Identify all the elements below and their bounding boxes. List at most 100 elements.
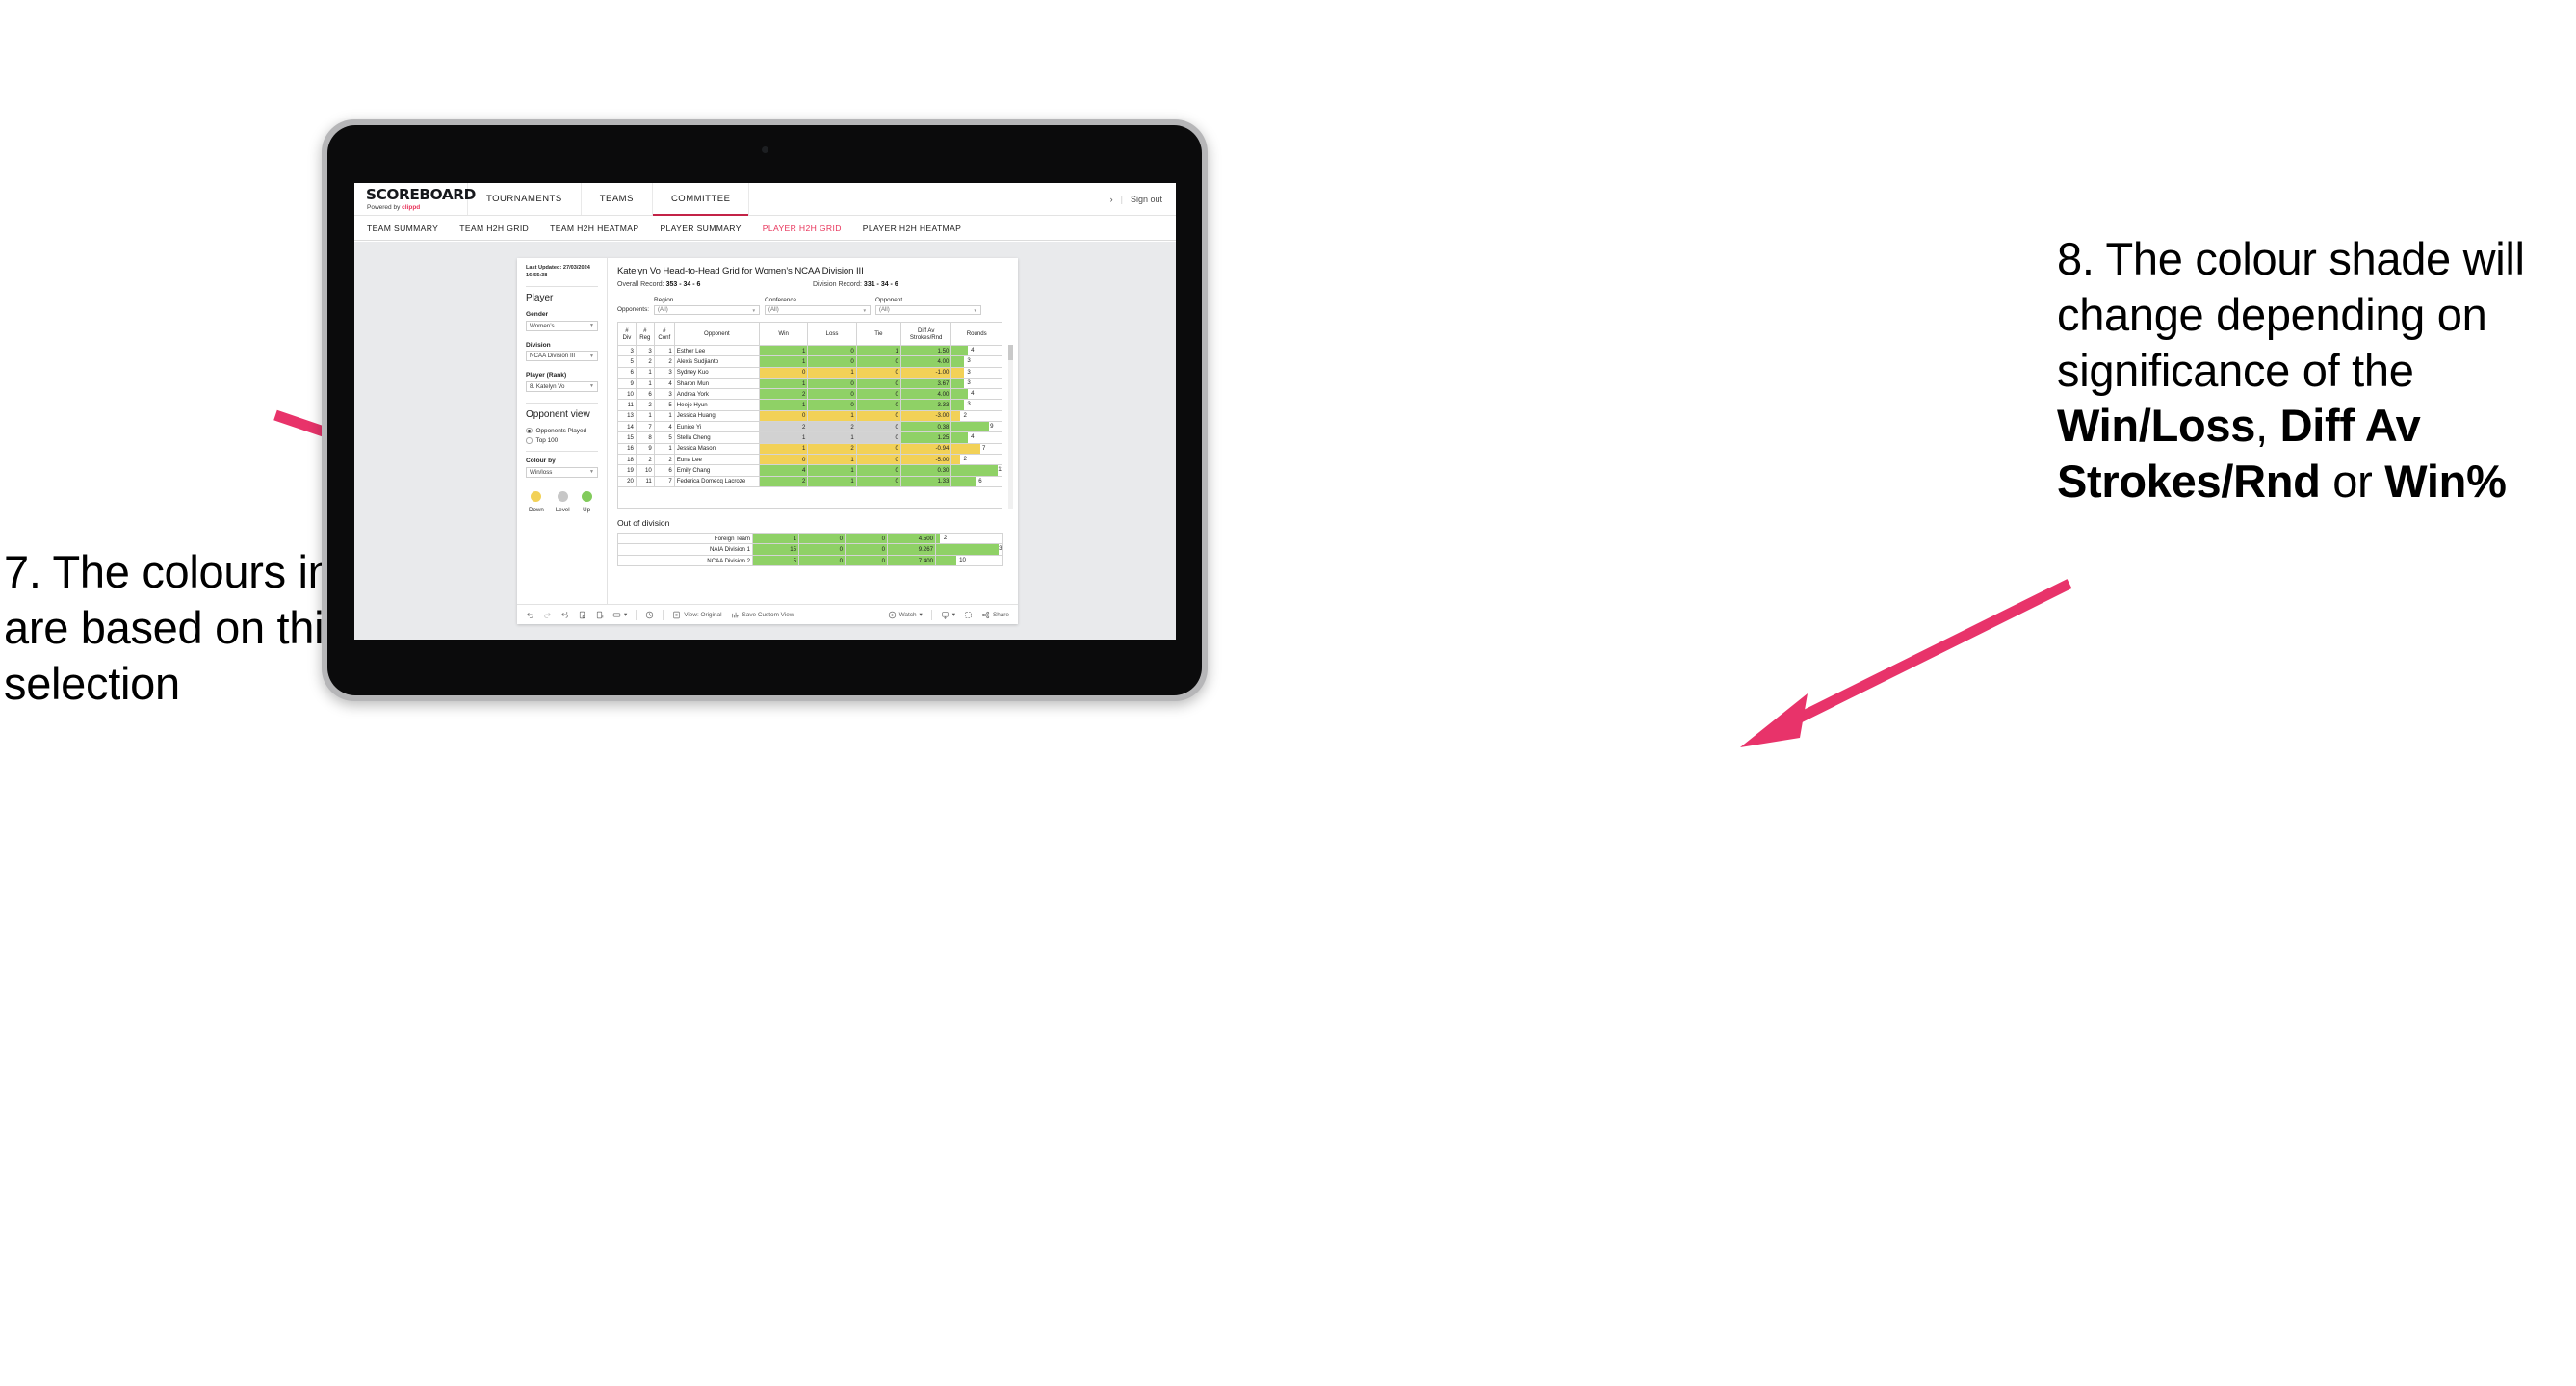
sign-out-link[interactable]: Sign out	[1131, 195, 1162, 204]
watch-caret: ▾	[919, 612, 923, 618]
refresh-data-icon[interactable]	[578, 611, 586, 619]
cell-diff: 3.33	[899, 399, 952, 411]
cell-opponent: Heejo Hyun	[673, 399, 760, 411]
last-updated-text: Last Updated: 27/03/2024 16:55:38	[526, 265, 590, 278]
cell-conf: 4	[653, 377, 675, 390]
topnav-committee[interactable]: COMMITTEE	[652, 183, 750, 216]
cell-opponent: Sydney Kuo	[673, 366, 760, 379]
workspace: Last Updated: 27/03/2024 16:55:38 Player…	[354, 242, 1176, 640]
grid-header-row: # Div # Reg # Conf Opponent Win Loss Tie Diff Av St…	[617, 322, 1002, 346]
view-original-label: View: Original	[684, 611, 722, 618]
cell-reg: 10	[635, 464, 655, 477]
table-row[interactable]: NCAA Division 2 5 0 0 7.400 10	[617, 554, 1003, 567]
subnav-player-summary[interactable]: PLAYER SUMMARY	[660, 223, 741, 233]
cell-tie: 0	[855, 421, 901, 433]
table-row[interactable]: 13 1 1 Jessica Huang 0 1 0 -3.00 2	[617, 409, 1002, 423]
table-row[interactable]: 18 2 2 Euna Lee 0 1 0 -5.00 2	[617, 453, 1002, 466]
subnav-player-h2h-heatmap[interactable]: PLAYER H2H HEATMAP	[863, 223, 961, 233]
cell-opponent: Jessica Mason	[673, 442, 760, 455]
pause-updates-icon[interactable]	[595, 611, 604, 619]
save-custom-view-button[interactable]: Save Custom View	[731, 611, 794, 619]
cell-conf: 1	[653, 344, 675, 357]
table-row[interactable]: 16 9 1 Jessica Mason 1 2 0 -0.94 7	[617, 442, 1002, 455]
radio-opponents-played[interactable]: Opponents Played	[526, 428, 598, 434]
redo-icon[interactable]	[543, 611, 552, 619]
highlight-icon[interactable]	[645, 611, 654, 619]
cell-div: 20	[617, 475, 637, 487]
view-original-button[interactable]: View: Original	[672, 611, 722, 619]
cell-diff: -3.00	[899, 409, 952, 423]
cell-win: 1	[758, 355, 809, 368]
bottom-toolbar: ▾ View: Original Save Custom View Watch ▾…	[517, 604, 1018, 624]
opponent-select[interactable]: (All) ▼	[875, 305, 982, 315]
table-row[interactable]: 20 11 7 Federica Domecq Lacroze 2 1 0 1.33 6	[617, 475, 1002, 487]
toolbar-separator	[663, 609, 664, 620]
cell-opponent: Eunice Yi	[673, 421, 760, 433]
player-rank-value: 8. Katelyn Vo	[530, 382, 565, 390]
gender-select[interactable]: Women’s ▼	[526, 320, 598, 331]
download-button[interactable]: ▾	[941, 611, 955, 619]
cell-loss: 0	[807, 388, 857, 401]
subnav-team-summary[interactable]: TEAM SUMMARY	[367, 223, 438, 233]
cell-div: 18	[617, 453, 637, 466]
fit-dropdown[interactable]: ▾	[612, 611, 627, 619]
region-select[interactable]: (All) ▼	[654, 305, 761, 315]
table-row[interactable]: 15 8 5 Stella Cheng 1 1 0 1.25 4	[617, 431, 1002, 444]
cell-diff: -1.00	[899, 366, 952, 379]
table-row[interactable]: 10 6 3 Andrea York 2 0 0 4.00 4	[617, 388, 1002, 401]
cell-tie: 0	[855, 366, 901, 379]
subnav-team-h2h-heatmap[interactable]: TEAM H2H HEATMAP	[550, 223, 638, 233]
revert-icon[interactable]	[560, 611, 569, 619]
cell-rounds: 3	[950, 355, 1002, 368]
table-row[interactable]: 14 7 4 Eunice Yi 2 2 0 0.38 9	[617, 421, 1002, 433]
overall-record-label: Overall Record:	[617, 281, 666, 288]
arrow-right	[1740, 579, 2072, 747]
subnav-team-h2h-grid[interactable]: TEAM H2H GRID	[459, 223, 529, 233]
cell-diff: 4.00	[899, 355, 952, 368]
sub-navigation: TEAM SUMMARY TEAM H2H GRID TEAM H2H HEAT…	[354, 216, 1176, 241]
cell-loss: 0	[807, 355, 857, 368]
division-record: Division Record: 331 - 34 - 6	[813, 281, 1008, 288]
chevron-down-icon: ▼	[589, 383, 594, 390]
radio-top-100[interactable]: Top 100	[526, 437, 598, 444]
colour-by-select[interactable]: Win/loss ▼	[526, 466, 598, 478]
cell-tie: 0	[855, 442, 901, 455]
cell-conf: 2	[653, 453, 675, 466]
legend-dot-level	[557, 490, 568, 502]
undo-icon[interactable]	[526, 611, 534, 619]
share-button[interactable]: Share	[981, 611, 1009, 619]
fullscreen-icon[interactable]	[964, 611, 973, 619]
cell-opponent: Federica Domecq Lacroze	[673, 475, 760, 487]
watch-label: Watch	[898, 611, 917, 618]
divider	[526, 451, 598, 453]
topnav-teams[interactable]: TEAMS	[582, 183, 653, 215]
conference-select[interactable]: (All) ▼	[765, 305, 872, 315]
chevron-right-icon[interactable]: ›	[1110, 195, 1113, 204]
table-row[interactable]: 11 2 5 Heejo Hyun 1 0 0 3.33 3	[617, 399, 1002, 411]
grid-header-cell: # Conf	[653, 322, 675, 346]
region-filter: Region (All) ▼	[654, 297, 761, 315]
cell-rounds: 2	[950, 409, 1002, 423]
table-row[interactable]: 5 2 2 Alexis Sudjianto 1 0 0 4.00 3	[617, 355, 1002, 368]
watch-button[interactable]: Watch ▾	[888, 611, 923, 619]
grid-scrollbar[interactable]	[1008, 345, 1013, 509]
subnav-player-h2h-grid[interactable]: PLAYER H2H GRID	[763, 223, 842, 233]
tablet-bezel: SCOREBOARD Powered by clippd TOURNAMENTS…	[327, 125, 1202, 695]
table-row[interactable]: 6 1 3 Sydney Kuo 0 1 0 -1.00 3	[617, 366, 1002, 379]
tablet-device: SCOREBOARD Powered by clippd TOURNAMENTS…	[322, 119, 1208, 701]
app-logo[interactable]: SCOREBOARD Powered by clippd	[354, 183, 476, 215]
cell-diff: 1.25	[899, 431, 952, 444]
cell-div: 10	[617, 388, 637, 401]
division-select[interactable]: NCAA Division III ▼	[526, 351, 598, 362]
table-row[interactable]: NAIA Division 115009.26730	[617, 543, 1003, 556]
table-row[interactable]: Foreign Team 1 0 0 4.500 2	[617, 532, 1003, 545]
table-row[interactable]: 19106Emily Chang4100.3011	[617, 464, 1002, 477]
table-row[interactable]: 9 1 4 Sharon Mun 1 0 0 3.67 3	[617, 377, 1002, 390]
player-rank-select[interactable]: 8. Katelyn Vo ▼	[526, 380, 598, 392]
table-row[interactable]: 3 3 1 Esther Lee 1 0 1 1.50 4	[617, 344, 1002, 357]
cell-loss: 0	[807, 377, 857, 390]
topnav-tournaments[interactable]: TOURNAMENTS	[468, 183, 582, 215]
grid-scrollbar-thumb[interactable]	[1008, 345, 1013, 360]
cell-conf: 1	[653, 442, 675, 455]
conference-label: Conference	[765, 297, 797, 303]
